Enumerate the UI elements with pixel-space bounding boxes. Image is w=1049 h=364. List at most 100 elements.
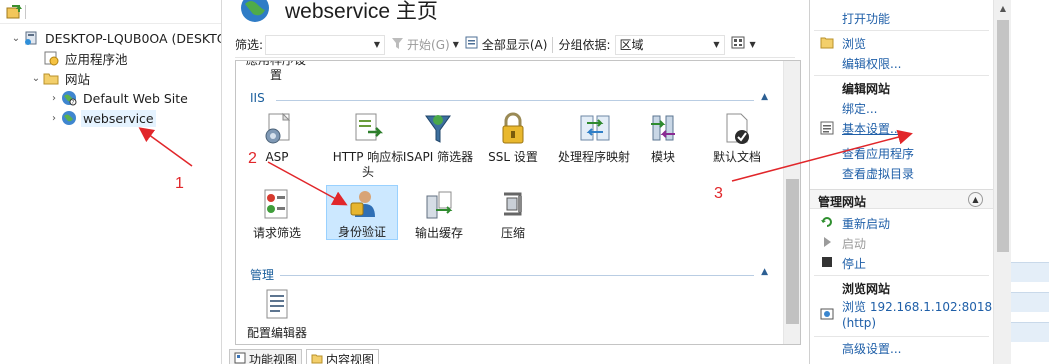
browse-link[interactable]: 浏览 [842,35,866,52]
annotation-number-1: 1 [175,175,184,192]
create-connection-icon[interactable] [5,3,23,21]
tree-item-app-pools[interactable]: 应用程序池 [30,48,130,68]
toolbar-separator [552,36,554,53]
toolbar-separator [23,3,29,21]
annotation-number-3: 3 [714,185,723,202]
feature-compression[interactable]: 压缩 [476,187,550,241]
feature-isapi-filters[interactable]: ISAPI 筛选器 [402,111,474,165]
dropdown-arrow-icon[interactable]: ▼ [453,40,459,49]
globe-icon [820,307,834,321]
expand-chevron-icon[interactable]: › [48,113,60,124]
feature-authentication[interactable]: 身份验证 [326,185,398,240]
filter-input[interactable]: ▼ [265,34,386,55]
basic-settings-link[interactable]: 基本设置... [842,120,901,137]
content-view-icon [311,352,323,364]
advanced-settings-link[interactable]: 高级设置... [842,340,901,357]
browse-icon [820,36,834,50]
background-strip [1011,292,1049,312]
group-header-iis[interactable]: IIS ▲ [250,91,768,109]
background-window-edge [1011,0,1049,364]
group-divider [280,275,754,276]
settings-page-icon [820,121,834,135]
page-title: webservice 主页 [239,0,438,27]
group-by-select[interactable]: 区域 ▼ [614,34,725,55]
server-icon [22,29,40,47]
tree-item-server[interactable]: ⌄ DESKTOP-LQUB0OA (DESKTO [10,28,222,48]
app-pool-icon [42,49,60,67]
stop-link[interactable]: 停止 [842,255,866,272]
handler-mappings-icon [576,111,612,147]
app-settings-feature[interactable]: 應用稈序设 置 [246,61,306,83]
show-all-button[interactable]: 全部显示(A) [465,36,547,53]
features-view-icon [234,352,246,364]
feature-http-response-headers[interactable]: HTTP 响应标头 [324,111,412,180]
view-mode-icon [731,36,747,53]
feature-view-pane: webservice 主页 筛选: ▼ 开始(G) ▼ 全部显示(A) 分组依据… [223,0,808,364]
manage-site-section-header[interactable]: 管理网站 ▲ [810,189,993,209]
tree-item-sites[interactable]: ⌄ 网站 [30,68,92,88]
view-mode-button[interactable]: ▼ [731,36,756,53]
view-applications-link[interactable]: 查看应用程序 [842,145,914,162]
scroll-up-icon[interactable]: ▲ [994,4,1012,13]
start-filter-button[interactable]: 开始(G) ▼ [391,36,459,53]
bindings-link[interactable]: 绑定... [842,100,877,117]
feature-output-caching[interactable]: 输出缓存 [402,187,476,241]
globe-icon [239,0,271,27]
isapi-filters-icon [420,111,456,147]
background-strip [1011,262,1049,282]
group-by-label: 分组依据: [558,38,611,52]
view-tabs: 功能视图 内容视图 [229,349,380,364]
connections-toolbar [0,0,221,24]
feature-configuration-editor[interactable]: 配置编辑器 [240,287,314,341]
app-pools-label: 应用程序池 [65,51,128,67]
actions-scrollbar[interactable]: ▲ [993,0,1011,364]
tree-item-default-web-site[interactable]: › ? Default Web Site [48,88,190,108]
feature-handler-mappings[interactable]: 处理程序映射 [554,111,634,165]
edit-site-heading: 编辑网站 [842,82,891,96]
group-header-manage[interactable]: 管理 ▲ [250,266,768,284]
browse-url-scheme[interactable]: (http) [842,316,876,330]
features-scrollbar[interactable] [783,61,800,344]
tab-content-view[interactable]: 内容视图 [306,349,380,364]
sites-label: 网站 [65,71,91,87]
scrollbar-thumb[interactable] [786,179,799,324]
collapse-chevron-icon[interactable]: ▲ [968,192,983,207]
show-all-icon [465,36,479,53]
globe-icon: ? [60,89,78,107]
dropdown-arrow-icon: ▼ [713,40,720,49]
iis-manager-window: ⌄ DESKTOP-LQUB0OA (DESKTO 应用程序池 ⌄ 网站 › ? [0,0,1049,364]
dropdown-arrow-icon[interactable]: ▼ [374,40,380,49]
browse-url-link[interactable]: 浏览 192.168.1.102:8018 [842,298,992,315]
feature-request-filtering[interactable]: 请求筛选 [240,187,314,241]
open-feature-link[interactable]: 打开功能 [842,10,890,27]
tab-features-view[interactable]: 功能视图 [229,349,303,364]
collapse-chevron-icon[interactable]: ▲ [761,267,768,277]
request-filtering-icon [259,187,295,223]
http-response-headers-icon [350,111,386,147]
funnel-icon [391,37,404,53]
default-site-label: Default Web Site [83,90,188,106]
collapse-chevron-icon[interactable]: ⌄ [30,73,42,84]
collapse-chevron-icon[interactable]: ⌄ [10,33,22,44]
feature-default-document[interactable]: 默认文档 [700,111,774,165]
server-label: DESKTOP-LQUB0OA (DESKTO [45,30,222,46]
stop-icon [820,255,834,269]
tree-item-webservice[interactable]: › webservice [48,108,156,128]
feature-modules[interactable]: 模块 [626,111,700,165]
svg-text:?: ? [72,100,75,106]
restart-icon [820,215,834,229]
collapse-chevron-icon[interactable]: ▲ [761,92,768,102]
asp-icon [259,111,295,147]
restart-link[interactable]: 重新启动 [842,215,890,232]
expand-chevron-icon[interactable]: › [48,93,60,104]
background-strip [1011,322,1049,342]
actions-pane: 打开功能 浏览 编辑权限... 编辑网站 绑定... 基本设置... 查看应用程… [809,0,1049,364]
modules-icon [645,111,681,147]
feature-ssl-settings[interactable]: SSL 设置 [476,111,550,165]
scrollbar-thumb[interactable] [997,20,1009,252]
start-link[interactable]: 启动 [842,235,866,252]
dropdown-arrow-icon: ▼ [749,40,756,49]
view-virtual-directories-link[interactable]: 查看虚拟目录 [842,165,914,182]
edit-permissions-link[interactable]: 编辑权限... [842,55,901,72]
group-divider [276,100,754,101]
